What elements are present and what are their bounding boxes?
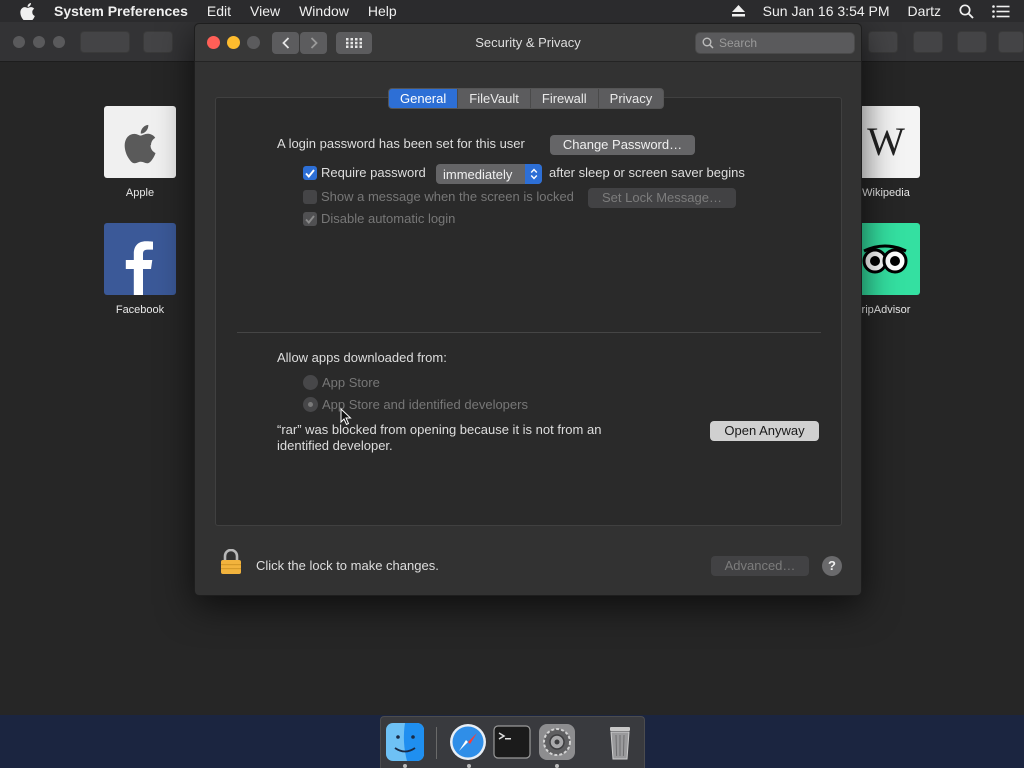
grid-icon bbox=[346, 38, 362, 48]
svg-text:W: W bbox=[867, 119, 905, 164]
change-password-button[interactable]: Change Password… bbox=[550, 135, 695, 155]
favorite-facebook-tile[interactable] bbox=[104, 223, 176, 295]
require-password-delay-value: immediately bbox=[443, 166, 513, 182]
safari-minimize-button[interactable] bbox=[33, 36, 45, 48]
lock-icon[interactable] bbox=[220, 548, 242, 575]
open-anyway-button[interactable]: Open Anyway bbox=[710, 421, 819, 441]
notification-center-icon[interactable] bbox=[992, 4, 1010, 18]
tab-privacy[interactable]: Privacy bbox=[599, 89, 664, 108]
help-button[interactable]: ? bbox=[822, 556, 842, 576]
menu-clock[interactable]: Sun Jan 16 3:54 PM bbox=[763, 3, 890, 19]
require-password-delay-select[interactable]: immediately bbox=[436, 164, 542, 184]
login-password-message: A login password has been set for this u… bbox=[277, 136, 525, 151]
show-message-label[interactable]: Show a message when the screen is locked bbox=[321, 189, 574, 204]
menu-edit[interactable]: Edit bbox=[207, 3, 231, 19]
safari-close-button[interactable] bbox=[13, 36, 25, 48]
security-privacy-window: Security & Privacy General FileVault Fir… bbox=[194, 23, 862, 596]
disable-auto-login-label[interactable]: Disable automatic login bbox=[321, 211, 455, 226]
finder-icon[interactable] bbox=[386, 723, 424, 761]
menu-bar: System Preferences Edit View Window Help… bbox=[0, 0, 1024, 22]
system-preferences-icon[interactable] bbox=[538, 723, 576, 761]
safari-icon[interactable] bbox=[449, 723, 487, 761]
menu-app-name[interactable]: System Preferences bbox=[54, 3, 188, 19]
favorite-facebook-label[interactable]: Facebook bbox=[90, 304, 190, 316]
search-icon bbox=[702, 37, 714, 49]
terminal-icon[interactable] bbox=[493, 723, 531, 761]
window-minimize-button[interactable] bbox=[227, 36, 240, 49]
finder-running-indicator bbox=[403, 764, 407, 768]
apple-logo-icon bbox=[124, 124, 156, 164]
tab-general[interactable]: General bbox=[389, 89, 459, 108]
dock-separator bbox=[436, 727, 437, 759]
chevron-right-icon bbox=[310, 37, 318, 49]
general-panel bbox=[215, 97, 842, 526]
apple-menu-icon[interactable] bbox=[20, 2, 38, 20]
mouse-cursor-icon bbox=[340, 407, 352, 426]
facebook-logo-icon bbox=[125, 241, 153, 295]
safari-sidebar-button[interactable] bbox=[143, 31, 173, 53]
blocked-message-line1: “rar” was blocked from opening because i… bbox=[277, 422, 602, 437]
disable-auto-login-checkbox[interactable] bbox=[303, 212, 317, 226]
radio-selected-dot bbox=[308, 402, 313, 407]
window-close-button[interactable] bbox=[207, 36, 220, 49]
updown-chevron-icon bbox=[525, 164, 542, 184]
allow-apps-heading: Allow apps downloaded from: bbox=[277, 350, 447, 365]
eject-icon[interactable] bbox=[731, 5, 745, 17]
set-lock-message-button[interactable]: Set Lock Message… bbox=[588, 188, 736, 208]
search-input[interactable] bbox=[719, 36, 849, 50]
tab-filevault[interactable]: FileVault bbox=[458, 89, 531, 108]
radio-identified-developers[interactable] bbox=[303, 397, 318, 412]
trash-icon[interactable] bbox=[601, 723, 639, 761]
show-message-checkbox[interactable] bbox=[303, 190, 317, 204]
window-zoom-button[interactable] bbox=[247, 36, 260, 49]
safari-new-tab-button[interactable] bbox=[998, 31, 1024, 53]
require-password-label[interactable]: Require password bbox=[321, 165, 426, 180]
forward-button[interactable] bbox=[300, 32, 327, 54]
lock-message: Click the lock to make changes. bbox=[256, 558, 439, 573]
require-password-checkbox[interactable] bbox=[303, 166, 317, 180]
checkmark-icon bbox=[305, 168, 315, 178]
blocked-message-line2: identified developer. bbox=[277, 438, 393, 453]
advanced-button[interactable]: Advanced… bbox=[711, 556, 809, 576]
radio-app-store-label[interactable]: App Store bbox=[322, 375, 380, 390]
safari-back-forward-button[interactable] bbox=[80, 31, 130, 53]
tab-firewall[interactable]: Firewall bbox=[531, 89, 599, 108]
back-button[interactable] bbox=[272, 32, 299, 54]
radio-identified-developers-label[interactable]: App Store and identified developers bbox=[322, 397, 528, 412]
menu-user[interactable]: Dartz bbox=[908, 3, 941, 19]
safari-tabs-button[interactable] bbox=[957, 31, 987, 53]
safari-zoom-button[interactable] bbox=[53, 36, 65, 48]
tab-bar: General FileVault Firewall Privacy bbox=[388, 88, 665, 109]
favorite-apple-tile[interactable] bbox=[104, 106, 176, 178]
search-field[interactable] bbox=[695, 32, 855, 54]
menu-view[interactable]: View bbox=[250, 3, 280, 19]
system-preferences-running-indicator bbox=[555, 764, 559, 768]
safari-downloads-button[interactable] bbox=[868, 31, 898, 53]
section-divider bbox=[237, 332, 821, 333]
dock bbox=[380, 716, 645, 768]
show-all-button[interactable] bbox=[336, 32, 372, 54]
checkmark-icon bbox=[305, 214, 315, 224]
safari-share-button[interactable] bbox=[913, 31, 943, 53]
radio-app-store[interactable] bbox=[303, 375, 318, 390]
menu-help[interactable]: Help bbox=[368, 3, 397, 19]
spotlight-icon[interactable] bbox=[959, 3, 974, 19]
require-password-suffix: after sleep or screen saver begins bbox=[549, 165, 745, 180]
safari-running-indicator bbox=[467, 764, 471, 768]
menu-window[interactable]: Window bbox=[299, 3, 349, 19]
favorite-apple-label[interactable]: Apple bbox=[90, 187, 190, 199]
window-titlebar: Security & Privacy bbox=[195, 24, 861, 62]
chevron-left-icon bbox=[281, 37, 289, 49]
